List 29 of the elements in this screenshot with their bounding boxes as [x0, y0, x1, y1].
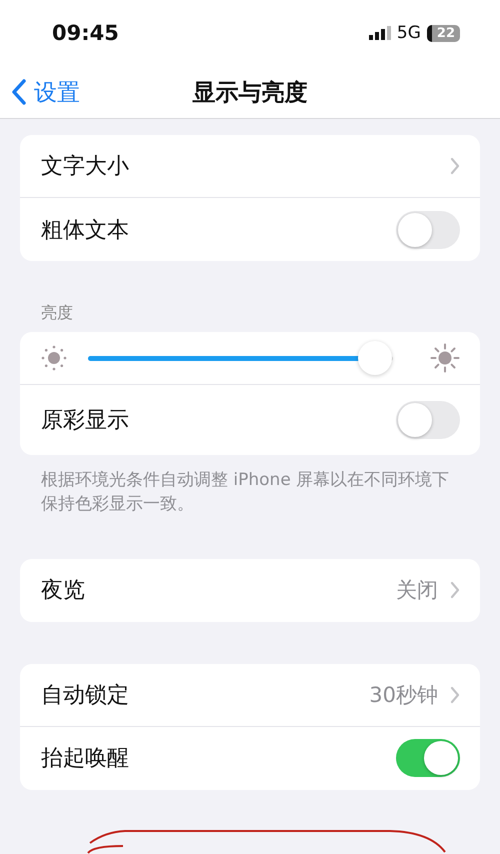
toggle-switch[interactable]	[396, 739, 460, 778]
signal-icon	[368, 26, 391, 40]
battery-level: 22	[426, 24, 460, 42]
back-button[interactable]: 设置	[0, 76, 86, 108]
toggle-switch[interactable]	[396, 210, 460, 248]
row-label: 粗体文本	[41, 216, 130, 244]
row-label: 夜览	[41, 577, 86, 606]
settings-row[interactable]: 文字大小	[20, 135, 480, 198]
settings-row[interactable]: 自动锁定 30秒钟	[20, 664, 480, 727]
row-value: 30秒钟	[369, 682, 438, 709]
section-footer: 根据环境光条件自动调整 iPhone 屏幕以在不同环境下保持色彩显示一致。	[20, 455, 480, 517]
chevron-right-icon	[450, 686, 460, 704]
chevron-right-icon	[450, 581, 460, 600]
row-label: 文字大小	[41, 153, 130, 181]
toggle-switch[interactable]	[396, 401, 460, 439]
section-header: 亮度	[40, 303, 74, 324]
back-chevron-icon	[12, 79, 26, 105]
network-label: 5G	[396, 23, 421, 43]
slider-thumb[interactable]	[358, 340, 392, 374]
row-label: 抬起唤醒	[41, 745, 130, 774]
chevron-right-icon	[450, 157, 460, 175]
page-title: 显示与亮度	[192, 80, 308, 106]
settings-row[interactable]: 夜览 关闭	[20, 558, 480, 622]
row-label: 自动锁定	[41, 682, 130, 710]
row-label: 原彩显示	[41, 407, 130, 435]
bright-sun-icon	[430, 343, 460, 373]
time: 09:45	[52, 21, 119, 45]
row-value: 关闭	[396, 577, 438, 604]
dim-sun-icon	[40, 344, 68, 372]
